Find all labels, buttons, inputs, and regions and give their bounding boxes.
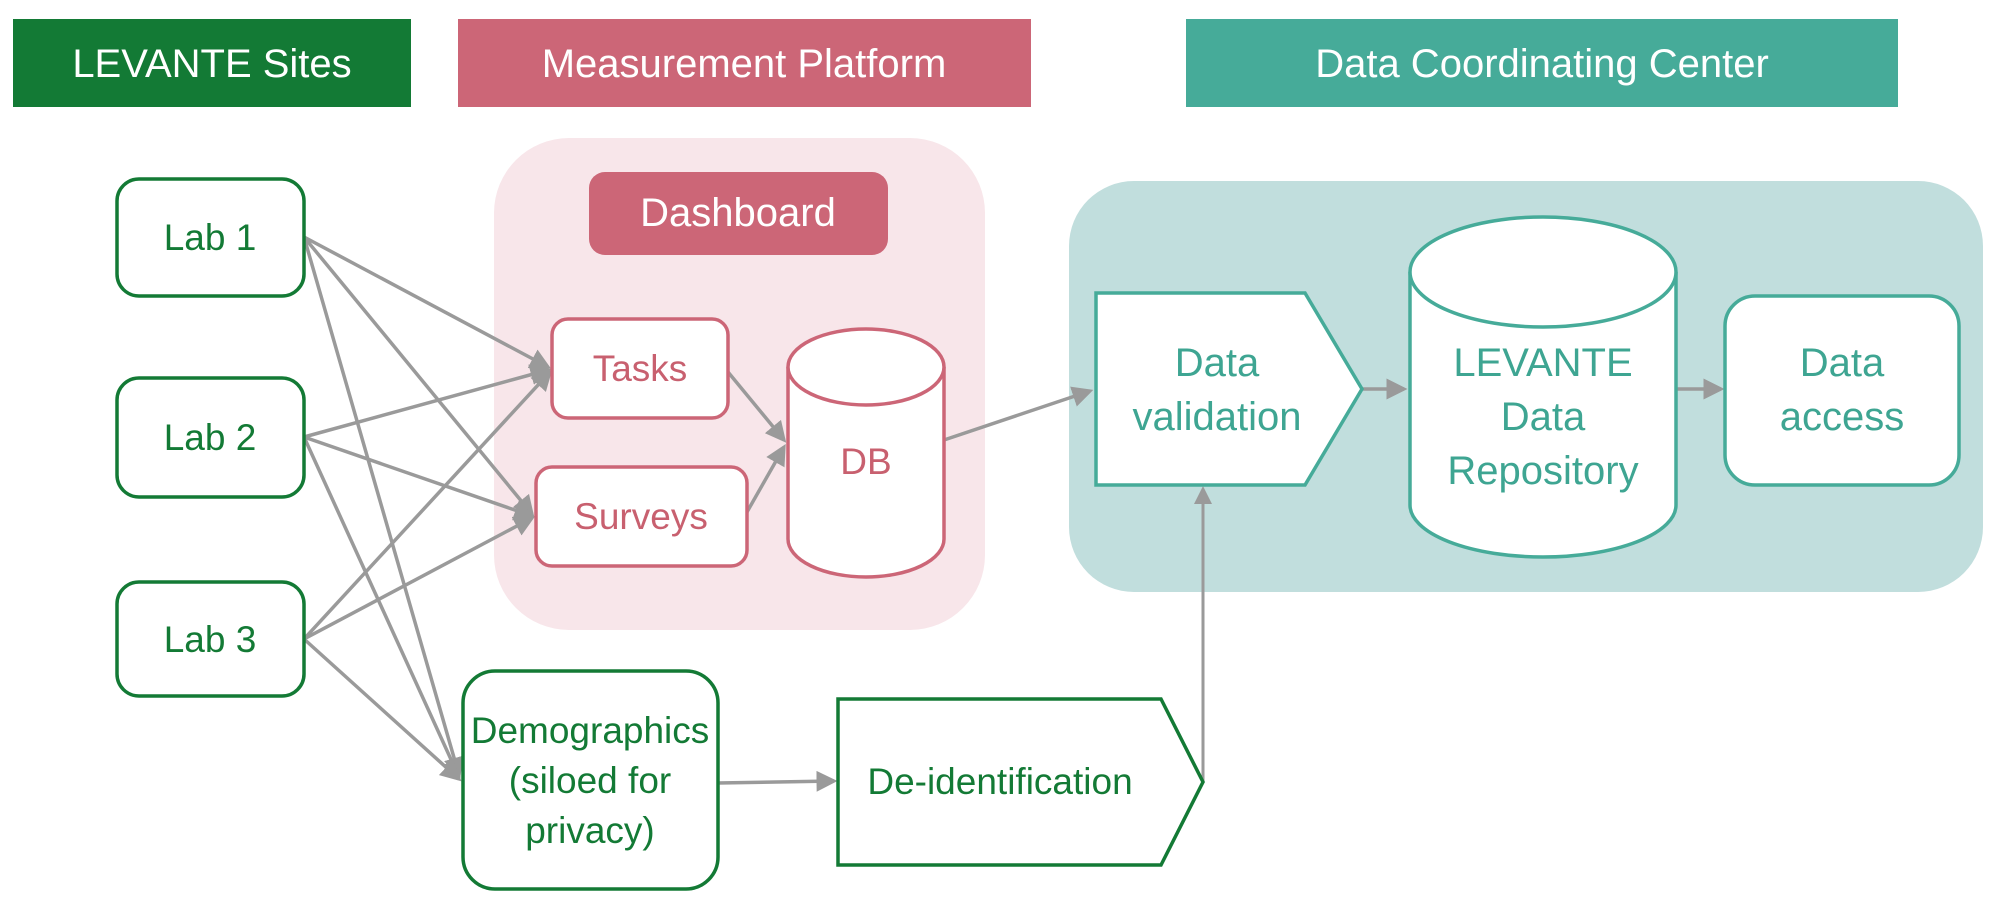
db-cylinder: DB [786, 327, 946, 579]
lab-3-label: Lab 3 [164, 619, 257, 660]
data-access-box: Data access [1723, 294, 1961, 487]
validation-label-line2: validation [1132, 395, 1301, 439]
access-label-line1: Data [1800, 341, 1885, 385]
demographics-box: Demographics (siloed for privacy) [461, 669, 720, 891]
deidentification-step: De-identification [836, 697, 1205, 867]
validation-label-line1: Data [1175, 341, 1260, 385]
lab-2-box: Lab 2 [115, 376, 306, 499]
surveys-label: Surveys [574, 496, 708, 537]
header-levante-sites: LEVANTE Sites [13, 19, 411, 107]
header-dcc-label: Data Coordinating Center [1315, 42, 1769, 86]
header-platform-label: Measurement Platform [542, 42, 947, 86]
arrow-lab2-demographics [302, 436, 462, 781]
dashboard-box: Dashboard [589, 172, 888, 255]
arrow-lab1-demographics [302, 236, 465, 779]
tasks-label: Tasks [593, 348, 688, 389]
lab-3-box: Lab 3 [115, 580, 306, 698]
surveys-box: Surveys [534, 465, 749, 568]
header-data-coordinating-center: Data Coordinating Center [1186, 19, 1898, 107]
repository-label-line1: LEVANTE [1453, 341, 1632, 385]
demographics-label-line1: Demographics [471, 710, 710, 751]
db-label: DB [840, 441, 891, 482]
demographics-label-line2: (siloed for [509, 760, 671, 801]
header-measurement-platform: Measurement Platform [458, 19, 1031, 107]
lab-1-label: Lab 1 [164, 217, 257, 258]
access-label-line2: access [1780, 395, 1905, 439]
demographics-label-line3: privacy) [525, 810, 655, 851]
lab-2-label: Lab 2 [164, 417, 257, 458]
deidentification-label: De-identification [867, 761, 1132, 802]
data-validation-step: Data validation [1094, 291, 1365, 487]
repository-label-line2: Data [1501, 395, 1586, 439]
tasks-box: Tasks [550, 317, 730, 420]
arrow-lab3-demographics [302, 637, 462, 782]
levante-data-flow-diagram: LEVANTE Sites Measurement Platform Data … [13, 19, 1983, 891]
lab-1-box: Lab 1 [115, 177, 306, 298]
repository-cylinder: LEVANTE Data Repository [1408, 215, 1678, 559]
header-sites-label: LEVANTE Sites [72, 42, 351, 86]
arrow-demographics-deidentification [717, 770, 838, 792]
repository-label-line3: Repository [1447, 449, 1638, 493]
dashboard-label: Dashboard [640, 191, 836, 235]
